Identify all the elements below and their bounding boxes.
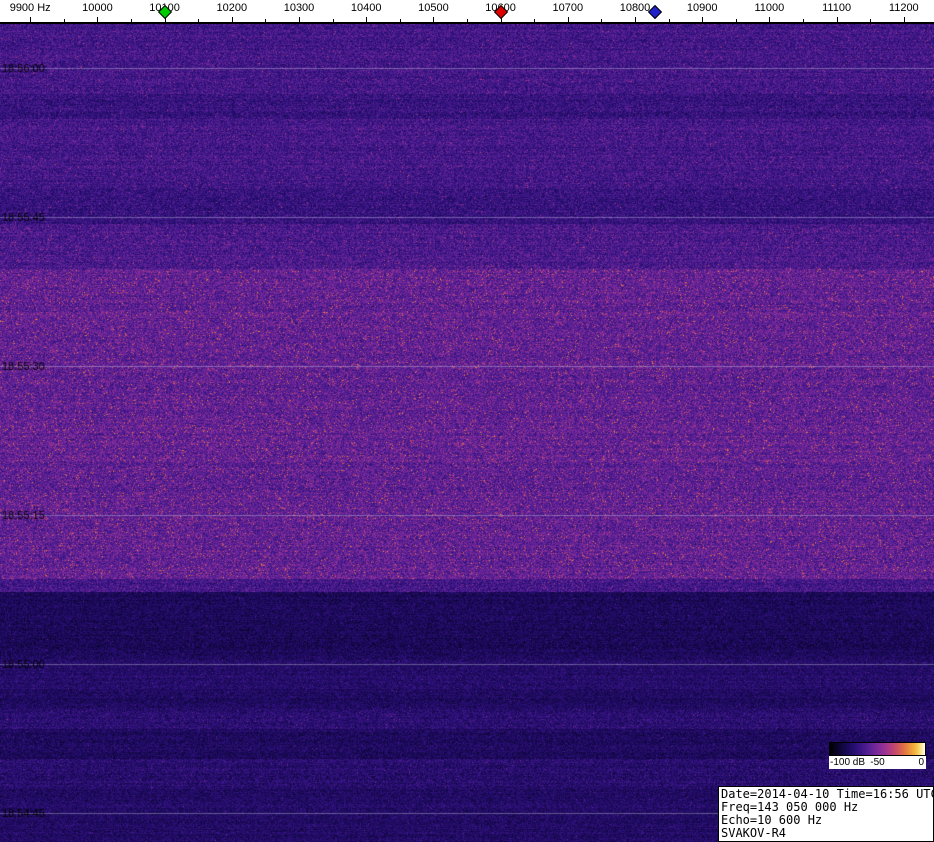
ruler-minor-tick bbox=[332, 19, 334, 22]
ruler-frequency-label: 11000 bbox=[754, 2, 785, 14]
spectrogram-window: 9900 Hz100001010010200103001040010500106… bbox=[0, 0, 934, 842]
ruler-major-tick bbox=[366, 17, 368, 22]
ruler-minor-tick bbox=[467, 19, 468, 22]
frequency-ruler[interactable]: 9900 Hz100001010010200103001040010500106… bbox=[0, 0, 934, 24]
color-scale-labels: -100 dB -50 0 bbox=[829, 756, 926, 769]
ruler-frequency-label: 10500 bbox=[418, 2, 449, 14]
ruler-frequency-label: 10900 bbox=[686, 2, 718, 14]
ruler-frequency-label: 10000 bbox=[82, 2, 113, 14]
ruler-major-tick bbox=[702, 17, 704, 22]
ruler-major-tick bbox=[30, 17, 32, 22]
legend-min-label: -100 dB bbox=[830, 757, 866, 768]
ruler-major-tick bbox=[433, 17, 435, 22]
ruler-minor-tick bbox=[534, 19, 536, 22]
waterfall-display[interactable] bbox=[0, 24, 934, 842]
ruler-frequency-label: 10700 bbox=[552, 2, 584, 14]
ruler-major-tick bbox=[97, 17, 99, 22]
ruler-frequency-label: 10800 bbox=[619, 2, 651, 14]
ruler-minor-tick bbox=[668, 19, 670, 22]
ruler-major-tick bbox=[299, 17, 300, 22]
ruler-minor-tick bbox=[735, 19, 737, 22]
legend-max-label: 0 bbox=[918, 757, 924, 768]
ruler-minor-tick bbox=[601, 19, 603, 22]
ruler-minor-tick bbox=[198, 19, 200, 22]
ruler-minor-tick bbox=[265, 19, 267, 22]
legend-mid-label: -50 bbox=[870, 757, 885, 768]
waterfall-area: -100 dB -50 0 Date=2014-04-10 Time=16:56… bbox=[0, 24, 934, 842]
ruler-major-tick bbox=[635, 17, 636, 22]
color-scale-legend: -100 dB -50 0 bbox=[829, 742, 926, 769]
status-info-box: Date=2014-04-10 Time=16:56 UTC Freq=143 … bbox=[718, 786, 934, 842]
ruler-major-tick bbox=[836, 17, 838, 22]
color-scale-gradient bbox=[829, 742, 926, 756]
ruler-minor-tick bbox=[870, 19, 872, 22]
ruler-minor-tick bbox=[399, 19, 401, 22]
ruler-minor-tick bbox=[131, 19, 132, 22]
ruler-minor-tick bbox=[803, 19, 804, 22]
ruler-major-tick bbox=[903, 17, 905, 22]
ruler-frequency-label: 11100 bbox=[822, 2, 852, 14]
ruler-minor-tick bbox=[63, 19, 65, 22]
info-station-id: SVAKOV-R4 bbox=[721, 826, 787, 840]
ruler-frequency-label: 10200 bbox=[216, 2, 248, 14]
ruler-major-tick bbox=[769, 17, 771, 22]
ruler-frequency-label: 10400 bbox=[350, 2, 382, 14]
ruler-frequency-label: 10300 bbox=[283, 2, 315, 14]
ruler-major-tick bbox=[567, 17, 569, 22]
ruler-frequency-label: 9900 Hz bbox=[9, 2, 51, 14]
ruler-frequency-label: 11200 bbox=[888, 2, 919, 14]
ruler-major-tick bbox=[231, 17, 233, 22]
